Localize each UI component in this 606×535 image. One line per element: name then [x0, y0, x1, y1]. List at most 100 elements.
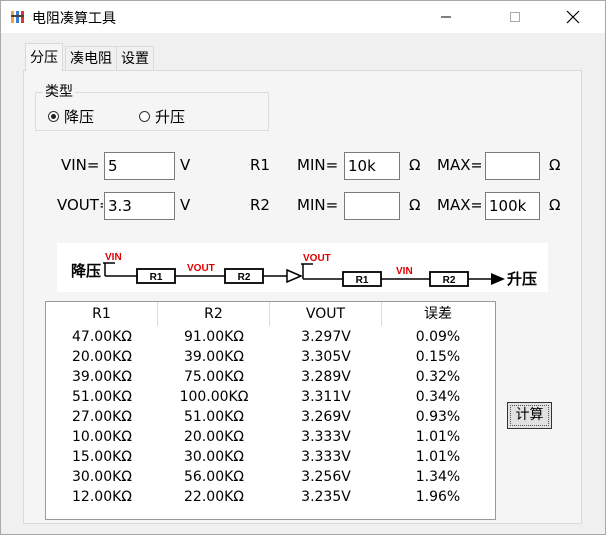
radio-step-up[interactable]: 升压 [139, 106, 185, 127]
tab-combine-resistor[interactable]: 凑电阻 [65, 46, 117, 70]
radio-step-down[interactable]: 降压 [48, 106, 94, 127]
table-row[interactable]: 20.00KΩ 39.00KΩ 3.305V 0.15% [46, 347, 495, 367]
circuit-diagram: 降压 VIN R1 VOUT R2 VOUT R1 VIN R2 升压 [57, 243, 548, 292]
diagram-right-vout: VOUT [303, 253, 331, 264]
vout-input[interactable]: 3.3 [104, 192, 175, 220]
vin-unit: V [180, 156, 191, 174]
diagram-right-vin: VIN [396, 266, 413, 277]
table-cell: 3.333V [301, 449, 351, 465]
maximize-button[interactable] [492, 1, 538, 33]
diagram-left-vout: VOUT [187, 263, 215, 274]
table-cell: 1.96% [415, 489, 461, 505]
table-row[interactable]: 10.00KΩ 20.00KΩ 3.333V 1.01% [46, 427, 495, 447]
table-cell: 3.311V [301, 389, 351, 405]
app-window: 电阻凑算工具 分压 凑电阻 设置 类型 降压 升压 VIN= 5 V R1 MI… [0, 0, 606, 535]
diagram-left-ground-arrow [286, 268, 303, 284]
r2-label: R2 [250, 196, 270, 214]
maximize-icon [510, 12, 520, 22]
diagram-right-r2: R2 [443, 275, 456, 286]
table-cell: 0.93% [415, 409, 461, 425]
r1-max-ohm: Ω [549, 156, 561, 174]
column-header-r2[interactable]: R2 [158, 302, 270, 326]
results-table[interactable]: R1 R2 VOUT 误差 47.00KΩ 91.00KΩ 3.297V 0.09% 2… [45, 301, 496, 520]
table-cell: 51.00KΩ [184, 409, 244, 425]
r1-min-label: MIN= [297, 156, 339, 174]
r2-max-ohm: Ω [549, 196, 561, 214]
diagram-right-r1: R1 [356, 275, 369, 286]
column-header-r1[interactable]: R1 [46, 302, 158, 326]
table-row[interactable]: 27.00KΩ 51.00KΩ 3.269V 0.93% [46, 407, 495, 427]
r1-max-input[interactable] [485, 152, 540, 180]
vin-label: VIN= [61, 156, 100, 174]
table-cell: 3.289V [301, 369, 351, 385]
results-header: R1 R2 VOUT 误差 [46, 302, 495, 326]
table-cell: 75.00KΩ [184, 369, 244, 385]
calculate-button[interactable]: 计算 [507, 402, 552, 429]
table-cell: 51.00KΩ [72, 389, 132, 405]
table-cell: 0.15% [415, 349, 461, 365]
table-cell: 0.09% [415, 329, 461, 345]
diagram-stepup-title: 升压 [507, 271, 537, 288]
close-icon [566, 10, 580, 24]
minimize-button[interactable] [423, 1, 469, 33]
r1-min-ohm: Ω [409, 156, 421, 174]
table-cell: 30.00KΩ [72, 469, 132, 485]
diagram-right-arrow [491, 273, 505, 285]
table-cell: 12.00KΩ [72, 489, 132, 505]
circuit-diagram-svg: 降压 VIN R1 VOUT R2 VOUT R1 VIN R2 升压 [71, 252, 537, 288]
table-cell: 47.00KΩ [72, 329, 132, 345]
table-cell: 91.00KΩ [184, 329, 244, 345]
table-cell: 39.00KΩ [184, 349, 244, 365]
close-button[interactable] [550, 1, 596, 33]
window-title: 电阻凑算工具 [32, 11, 116, 27]
vout-unit: V [180, 196, 191, 214]
table-row[interactable]: 47.00KΩ 91.00KΩ 3.297V 0.09% [46, 327, 495, 347]
minimize-icon [441, 16, 451, 18]
table-cell: 27.00KΩ [72, 409, 132, 425]
diagram-left-r2: R2 [238, 272, 251, 283]
r1-label: R1 [250, 156, 270, 174]
radio-unselected-icon [139, 111, 150, 122]
r1-max-label: MAX= [437, 156, 481, 174]
table-row[interactable]: 12.00KΩ 22.00KΩ 3.235V 1.96% [46, 487, 495, 507]
resistor-app-icon [11, 11, 24, 23]
radio-selected-icon [48, 111, 59, 122]
table-cell: 3.297V [301, 329, 351, 345]
table-cell: 0.34% [415, 389, 461, 405]
column-header-vout[interactable]: VOUT [270, 302, 382, 326]
vout-label: VOUT= [57, 196, 103, 214]
title-bar[interactable]: 电阻凑算工具 [1, 1, 605, 33]
table-cell: 10.00KΩ [72, 429, 132, 445]
table-cell: 22.00KΩ [184, 489, 244, 505]
column-header-error[interactable]: 误差 [382, 302, 494, 326]
r1-min-input[interactable]: 10k [344, 152, 400, 180]
table-cell: 3.235V [301, 489, 351, 505]
table-cell: 1.34% [415, 469, 461, 485]
table-cell: 20.00KΩ [184, 429, 244, 445]
table-row[interactable]: 51.00KΩ 100.00KΩ 3.311V 0.34% [46, 387, 495, 407]
r2-min-label: MIN= [297, 196, 339, 214]
table-cell: 20.00KΩ [72, 349, 132, 365]
table-cell: 30.00KΩ [184, 449, 244, 465]
table-row[interactable]: 39.00KΩ 75.00KΩ 3.289V 0.32% [46, 367, 495, 387]
vin-input[interactable]: 5 [104, 152, 175, 180]
table-row[interactable]: 30.00KΩ 56.00KΩ 3.256V 1.34% [46, 467, 495, 487]
table-cell: 0.32% [415, 369, 461, 385]
tab-divide-voltage[interactable]: 分压 [25, 43, 63, 71]
tab-settings[interactable]: 设置 [116, 46, 154, 70]
r2-min-input[interactable] [344, 192, 400, 220]
r2-max-label: MAX= [437, 196, 481, 214]
table-cell: 3.305V [301, 349, 351, 365]
table-cell: 56.00KΩ [184, 469, 244, 485]
radio-step-up-label: 升压 [155, 108, 186, 126]
type-group-label: 类型 [43, 81, 75, 101]
table-cell: 39.00KΩ [72, 369, 132, 385]
table-row[interactable]: 15.00KΩ 30.00KΩ 3.333V 1.01% [46, 447, 495, 467]
table-cell: 100.00KΩ [179, 389, 249, 405]
diagram-left-r1: R1 [150, 272, 163, 283]
table-cell: 1.01% [415, 429, 461, 445]
radio-step-down-label: 降压 [64, 108, 95, 126]
r2-max-input[interactable]: 100k [485, 192, 540, 220]
diagram-left-vin: VIN [105, 252, 122, 263]
r2-min-ohm: Ω [409, 196, 421, 214]
